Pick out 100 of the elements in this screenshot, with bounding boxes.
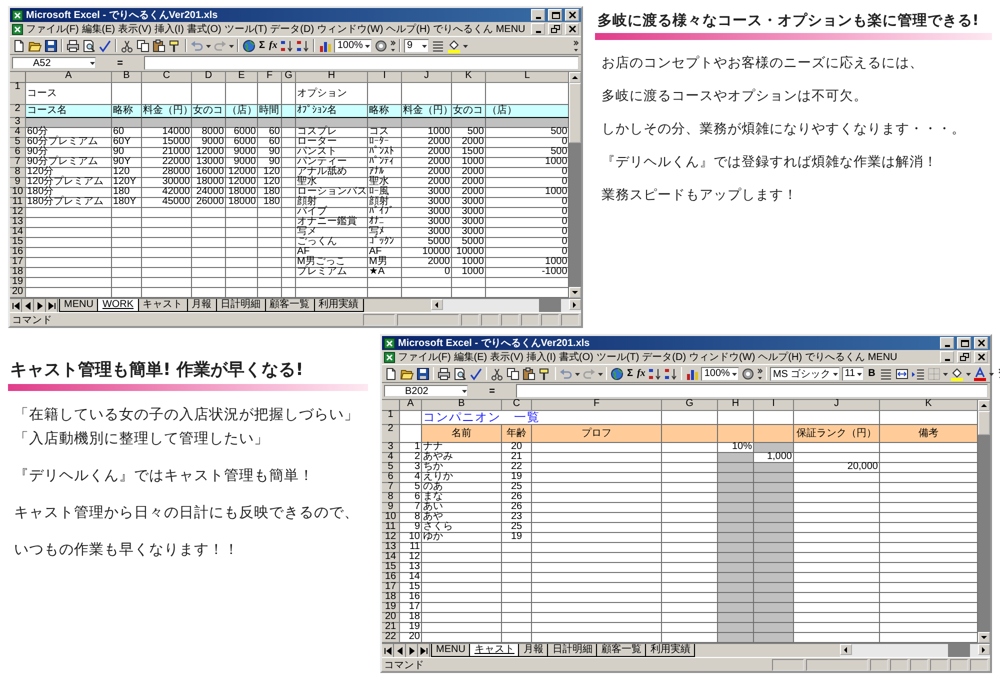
- row-header[interactable]: 12: [382, 533, 400, 543]
- menu-item[interactable]: 挿入(I): [154, 22, 184, 36]
- paste-icon[interactable]: [152, 38, 166, 52]
- menu-item[interactable]: 表示(V): [118, 22, 152, 36]
- cut-icon[interactable]: [490, 366, 504, 380]
- menu-item[interactable]: でりへるくん MENU: [805, 350, 898, 364]
- row-header[interactable]: 15: [382, 563, 400, 573]
- row-header[interactable]: 2: [382, 425, 400, 443]
- formula-field[interactable]: [144, 56, 580, 70]
- close-button[interactable]: [974, 337, 988, 349]
- column-header[interactable]: A: [400, 400, 422, 411]
- formula-sign[interactable]: =: [472, 386, 512, 396]
- sort-ascending-icon[interactable]: [648, 366, 662, 380]
- column-header[interactable]: G: [282, 72, 296, 83]
- column-header[interactable]: I: [368, 72, 402, 83]
- row-header[interactable]: 8: [10, 168, 26, 178]
- vertical-scrollbar[interactable]: [978, 400, 990, 643]
- horizontal-scrollbar[interactable]: [431, 299, 582, 312]
- row-header[interactable]: 1: [382, 411, 400, 425]
- row-header[interactable]: 3: [382, 443, 400, 453]
- row-header[interactable]: 11: [382, 523, 400, 533]
- globe-icon[interactable]: [610, 366, 624, 380]
- column-header[interactable]: L: [486, 72, 570, 83]
- font-dropdown[interactable]: MS ゴシック: [770, 366, 840, 380]
- column-header[interactable]: F: [258, 72, 282, 83]
- menu-item[interactable]: ファイル(F): [398, 350, 451, 364]
- print-icon[interactable]: [437, 366, 451, 380]
- sort-descending-icon[interactable]: [664, 366, 678, 380]
- maximize-button[interactable]: [957, 337, 971, 349]
- minimize-button[interactable]: [531, 23, 546, 35]
- copy-icon[interactable]: [136, 38, 150, 52]
- fill-color-icon[interactable]: [950, 366, 964, 380]
- indent-icon[interactable]: [911, 366, 926, 380]
- scrollbar-thumb[interactable]: [539, 299, 562, 312]
- spellcheck-icon[interactable]: [469, 366, 483, 380]
- bold-button[interactable]: B: [866, 368, 878, 379]
- column-header[interactable]: J: [794, 400, 880, 411]
- sheet-tab[interactable]: 顧客一覧: [596, 644, 646, 657]
- menu-item[interactable]: でりへるくん MENU: [433, 22, 526, 36]
- row-header[interactable]: 13: [382, 543, 400, 553]
- row-header[interactable]: 17: [10, 258, 26, 268]
- first-sheet-button[interactable]: [382, 644, 394, 657]
- scroll-up-button[interactable]: [978, 400, 990, 411]
- scroll-up-button[interactable]: [569, 72, 582, 83]
- scroll-right-button[interactable]: [569, 299, 582, 310]
- column-header[interactable]: F: [532, 400, 662, 411]
- row-header[interactable]: 5: [10, 138, 26, 148]
- select-all-button[interactable]: [382, 400, 400, 411]
- row-header[interactable]: 19: [382, 603, 400, 613]
- sheet-tab[interactable]: 顧客一覧: [264, 299, 315, 312]
- sheet-tab[interactable]: MENU: [431, 644, 470, 657]
- new-file-icon[interactable]: [384, 366, 398, 380]
- row-header[interactable]: 20: [10, 288, 26, 298]
- row-header[interactable]: 21: [382, 623, 400, 633]
- merge-icon[interactable]: [895, 366, 910, 380]
- row-header[interactable]: 9: [10, 178, 26, 188]
- row-header[interactable]: 3: [10, 118, 26, 128]
- close-button[interactable]: [565, 23, 580, 35]
- sheet-tab[interactable]: WORK: [97, 299, 139, 312]
- name-box[interactable]: A52: [12, 57, 96, 69]
- row-header[interactable]: 15: [10, 238, 26, 248]
- column-header[interactable]: E: [226, 72, 258, 83]
- formula-sign[interactable]: =: [100, 58, 140, 68]
- row-header[interactable]: 6: [382, 473, 400, 483]
- row-header[interactable]: 2: [10, 105, 26, 118]
- row-header[interactable]: 16: [382, 573, 400, 583]
- column-header[interactable]: B: [422, 400, 502, 411]
- sheet-tab[interactable]: 日計明細: [547, 644, 598, 657]
- scroll-right-button[interactable]: [978, 644, 990, 655]
- close-button[interactable]: [974, 351, 988, 363]
- column-header[interactable]: K: [452, 72, 486, 83]
- row-header[interactable]: 16: [10, 248, 26, 258]
- sort-descending-icon[interactable]: [296, 38, 310, 52]
- new-file-icon[interactable]: [12, 38, 26, 52]
- first-sheet-button[interactable]: [10, 299, 22, 312]
- minimize-button[interactable]: [531, 9, 546, 21]
- sheet-tab[interactable]: 利用実績: [314, 299, 364, 312]
- row-header[interactable]: 17: [382, 583, 400, 593]
- globe-icon[interactable]: [242, 38, 256, 52]
- sheet-tab[interactable]: キャスト: [469, 644, 520, 657]
- menu-item[interactable]: ファイル(F): [26, 22, 79, 36]
- scroll-down-button[interactable]: [978, 632, 990, 643]
- print-preview-icon[interactable]: [82, 38, 96, 52]
- column-header[interactable]: C: [502, 400, 532, 411]
- menu-item[interactable]: ウィンドウ(W): [317, 22, 384, 36]
- scroll-left-button[interactable]: [840, 644, 852, 655]
- select-all-button[interactable]: [10, 72, 26, 83]
- row-header[interactable]: 6: [10, 148, 26, 158]
- row-header[interactable]: 10: [10, 188, 26, 198]
- more-icon[interactable]: [573, 38, 580, 52]
- column-header[interactable]: G: [662, 400, 718, 411]
- menu-item[interactable]: データ(D): [642, 350, 686, 364]
- font-color-icon[interactable]: [973, 366, 988, 380]
- row-header[interactable]: 7: [10, 158, 26, 168]
- menu-item[interactable]: 挿入(I): [526, 350, 556, 364]
- menu-item[interactable]: ウィンドウ(W): [689, 350, 756, 364]
- row-header[interactable]: 18: [382, 593, 400, 603]
- row-header[interactable]: 9: [382, 503, 400, 513]
- column-header[interactable]: B: [112, 72, 142, 83]
- column-header[interactable]: H: [296, 72, 368, 83]
